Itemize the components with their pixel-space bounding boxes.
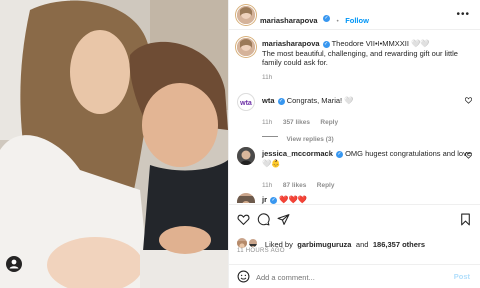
comment-username[interactable]: jr xyxy=(262,195,267,204)
comment-reply-button[interactable]: Reply xyxy=(317,182,335,189)
share-paper-plane-icon[interactable] xyxy=(277,213,290,226)
view-replies-line xyxy=(262,136,278,138)
verified-badge-icon: ✓ xyxy=(323,15,330,23)
comment-input[interactable] xyxy=(256,270,436,284)
comment-text-line-2: 🤍👶 xyxy=(262,158,281,168)
caption-line-2: The most beautiful, challenging, and rew… xyxy=(262,48,458,58)
caption-line-3: family could ask for. xyxy=(262,58,328,67)
header-separator: • xyxy=(336,18,339,25)
liked-by-user[interactable]: garbimuguruza xyxy=(297,240,351,249)
comment-likes[interactable]: 357 likes xyxy=(283,119,310,126)
comment-username[interactable]: jessica_mccormack xyxy=(262,149,333,158)
caption-avatar[interactable] xyxy=(237,38,255,56)
comment-composer: Post xyxy=(229,264,480,288)
post-photo[interactable] xyxy=(0,0,228,288)
action-bar xyxy=(229,204,480,232)
caption-verified-icon: ✓ xyxy=(322,40,330,48)
comment-avatar[interactable] xyxy=(237,193,255,203)
comment-time: 11h xyxy=(262,119,273,126)
comment-avatar[interactable]: wta xyxy=(237,93,255,111)
liked-by-and: and xyxy=(355,240,369,249)
comment-verified-icon: ✓ xyxy=(270,196,278,204)
follow-button[interactable]: Follow xyxy=(345,16,369,25)
user-tag-icon[interactable] xyxy=(6,256,22,272)
comment-like-heart-icon[interactable] xyxy=(465,152,472,159)
comment-text: Congrats, Maria! 🤍 xyxy=(286,96,354,105)
likes-count[interactable]: 186,357 others xyxy=(373,240,425,249)
caption-line-1: Theodore VII•I•MMXXII 🤍🤍 xyxy=(331,39,430,48)
comment-verified-icon: ✓ xyxy=(335,150,343,158)
post-details-panel: mariasharapova ✓ • Follow ••• mariashara… xyxy=(228,0,480,288)
caption-time: 11h xyxy=(262,74,273,81)
comment-reply-button[interactable]: Reply xyxy=(320,119,338,126)
comment-bubble-icon[interactable] xyxy=(257,213,270,226)
liker-avatar xyxy=(237,237,247,248)
author-username[interactable]: mariasharapova xyxy=(260,16,318,25)
comment-verified-icon: ✓ xyxy=(277,97,285,105)
post-header: mariasharapova ✓ • Follow ••• xyxy=(229,0,480,30)
post-modal: mariasharapova ✓ • Follow ••• mariashara… xyxy=(0,0,480,288)
comment-text: OMG hugest congratulations and love xyxy=(345,149,471,158)
caption-username[interactable]: mariasharapova xyxy=(262,39,320,48)
comment-time: 11h xyxy=(262,182,273,189)
post-timestamp: 11 HOURS AGO xyxy=(237,248,285,254)
view-replies-button[interactable]: View replies (3) xyxy=(286,136,333,143)
svg-text:wta: wta xyxy=(239,100,252,107)
comment-text: ❤️❤️❤️ xyxy=(279,195,308,204)
comment-avatar[interactable] xyxy=(237,147,255,165)
comment-like-heart-icon[interactable] xyxy=(465,97,472,104)
post-comment-button[interactable]: Post xyxy=(454,272,470,281)
more-options-icon[interactable]: ••• xyxy=(456,9,470,20)
comment-likes[interactable]: 87 likes xyxy=(283,182,307,189)
liker-avatar xyxy=(248,237,259,248)
save-bookmark-icon[interactable] xyxy=(459,213,472,226)
comment-username[interactable]: wta xyxy=(262,96,275,105)
author-avatar[interactable] xyxy=(237,6,255,24)
like-heart-icon[interactable] xyxy=(237,213,250,226)
post-image xyxy=(0,0,228,288)
emoji-smiley-icon[interactable] xyxy=(237,270,250,283)
